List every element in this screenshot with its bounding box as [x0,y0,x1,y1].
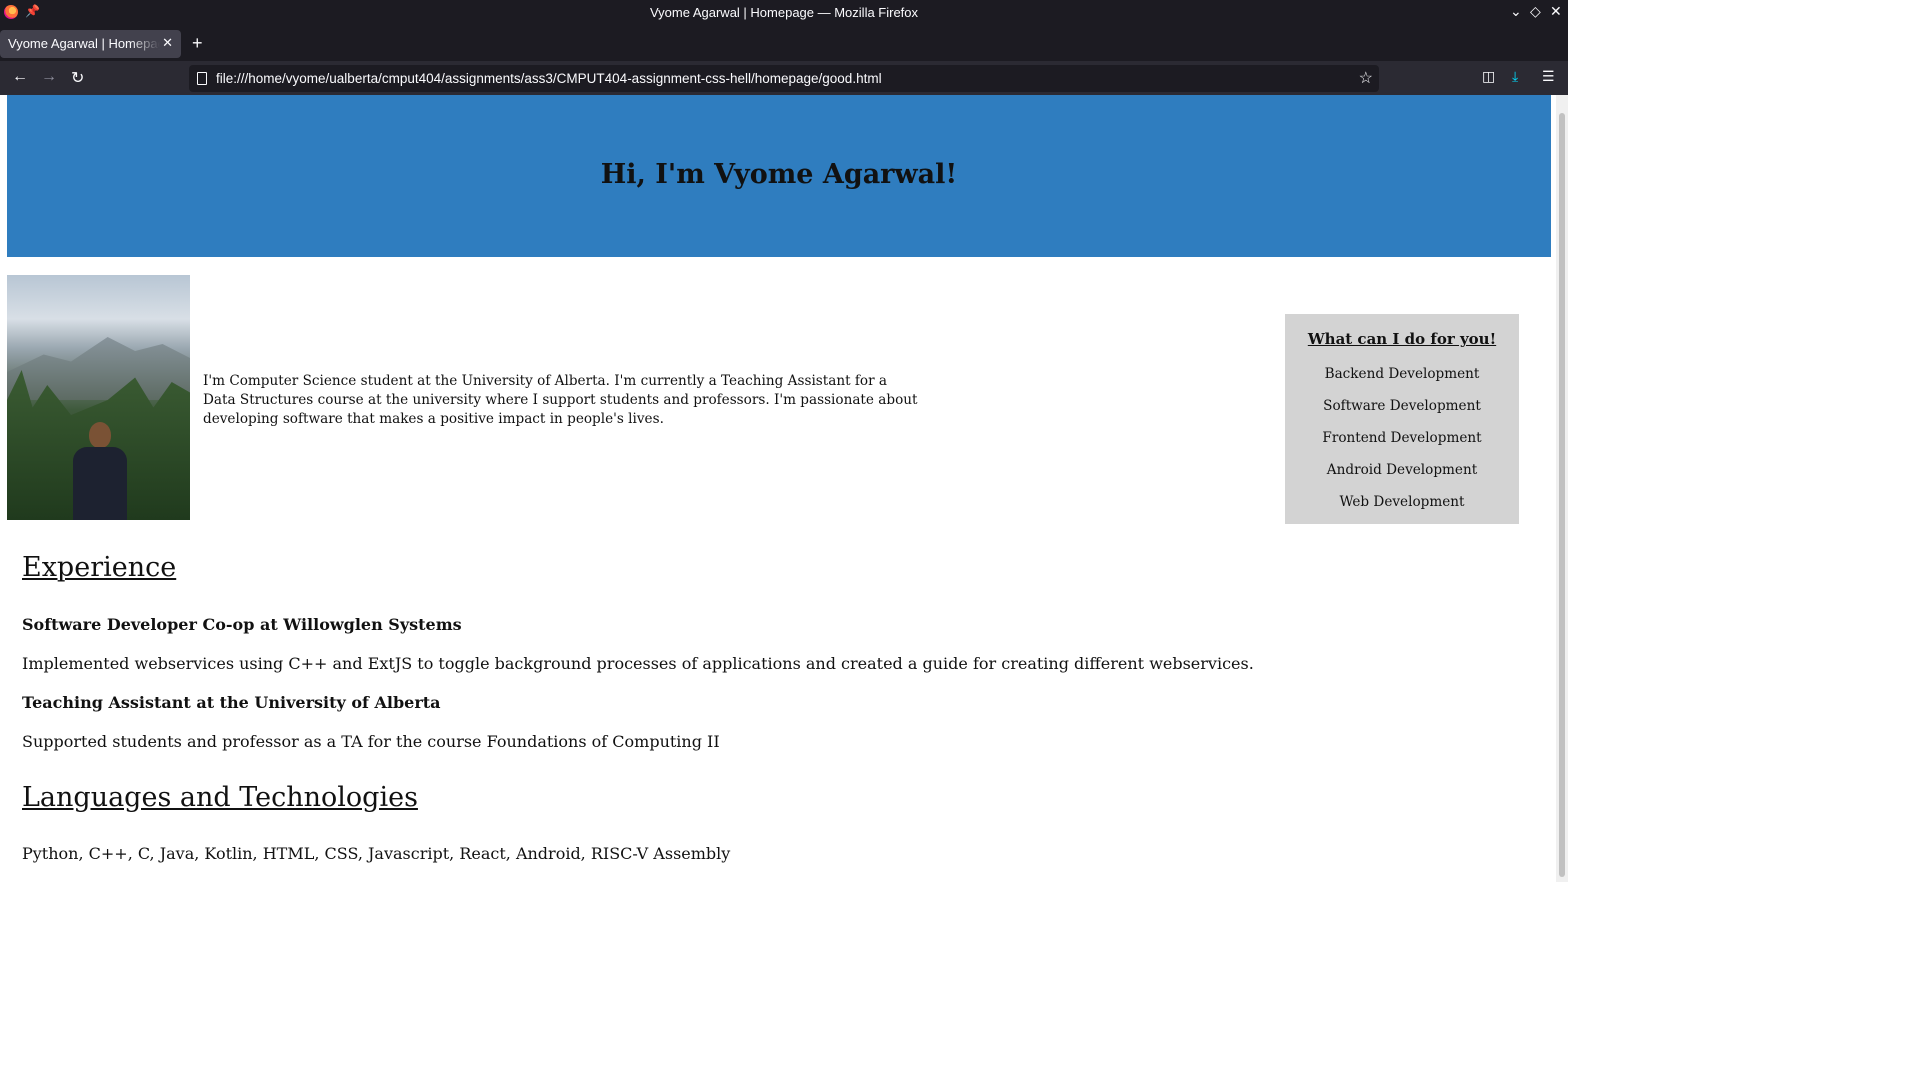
window-title: Vyome Agarwal | Homepage — Mozilla Firef… [649,5,919,20]
service-item: Web Development [1339,494,1465,510]
page-icon [197,72,207,85]
download-icon[interactable]: ⤓ [1512,68,1518,85]
job-title: Software Developer Co-op at Willowglen S… [22,615,462,634]
intro-paragraph: I'm Computer Science student at the Univ… [203,373,918,427]
page-viewport: Hi, I'm Vyome Agarwal! I'm Computer Scie… [0,95,1568,882]
service-item: Backend Development [1324,366,1480,382]
vertical-scrollbar[interactable] [1556,95,1568,882]
scrollbar-thumb[interactable] [1559,113,1565,877]
minimize-icon[interactable]: ⌄ [1510,3,1522,20]
reload-icon[interactable]: ↻ [71,68,84,88]
job-description: Supported students and professor as a TA… [22,732,720,751]
photo-person-head [89,422,111,448]
window-titlebar: 📌 Vyome Agarwal | Homepage — Mozilla Fir… [0,0,1568,26]
navigation-toolbar: ← → ↻ file:///home/vyome/ualberta/cmput4… [0,61,1568,95]
url-text[interactable]: file:///home/vyome/ualberta/cmput404/ass… [216,71,882,86]
services-box: What can I do for you! Backend Developme… [1285,314,1519,524]
forward-arrow-icon[interactable]: → [41,68,57,86]
service-item: Software Development [1323,398,1481,414]
tab-label: Vyome Agarwal | Homepage [8,36,160,51]
pocket-icon[interactable]: ◫ [1482,68,1495,85]
tab-close-icon[interactable]: ✕ [162,35,173,51]
hero-banner: Hi, I'm Vyome Agarwal! [7,95,1551,257]
languages-list: Python, C++, C, Java, Kotlin, HTML, CSS,… [22,844,731,863]
photo-person-body [73,447,127,520]
tab-homepage[interactable]: Vyome Agarwal | Homepage ✕ [0,30,181,58]
maximize-icon[interactable]: ◇ [1530,3,1541,20]
close-window-icon[interactable]: ✕ [1550,3,1562,20]
services-title: What can I do for you! [1307,330,1497,348]
languages-heading: Languages and Technologies [22,782,418,813]
job-title: Teaching Assistant at the University of … [22,693,441,712]
service-item: Frontend Development [1322,430,1482,446]
hero-title: Hi, I'm Vyome Agarwal! [600,159,958,190]
service-item: Android Development [1326,462,1478,478]
address-bar[interactable]: file:///home/vyome/ualberta/cmput404/ass… [189,65,1379,92]
back-arrow-icon[interactable]: ← [12,68,28,86]
bookmark-star-icon[interactable]: ☆ [1359,68,1373,88]
experience-heading: Experience [22,552,177,583]
new-tab-icon[interactable]: + [192,33,203,54]
job-description: Implemented webservices using C++ and Ex… [22,654,1254,673]
menu-icon[interactable]: ☰ [1542,68,1555,85]
profile-photo [7,275,190,520]
photo-mountains [7,337,190,400]
tab-bar: Vyome Agarwal | Homepage ✕ + [0,26,1568,61]
